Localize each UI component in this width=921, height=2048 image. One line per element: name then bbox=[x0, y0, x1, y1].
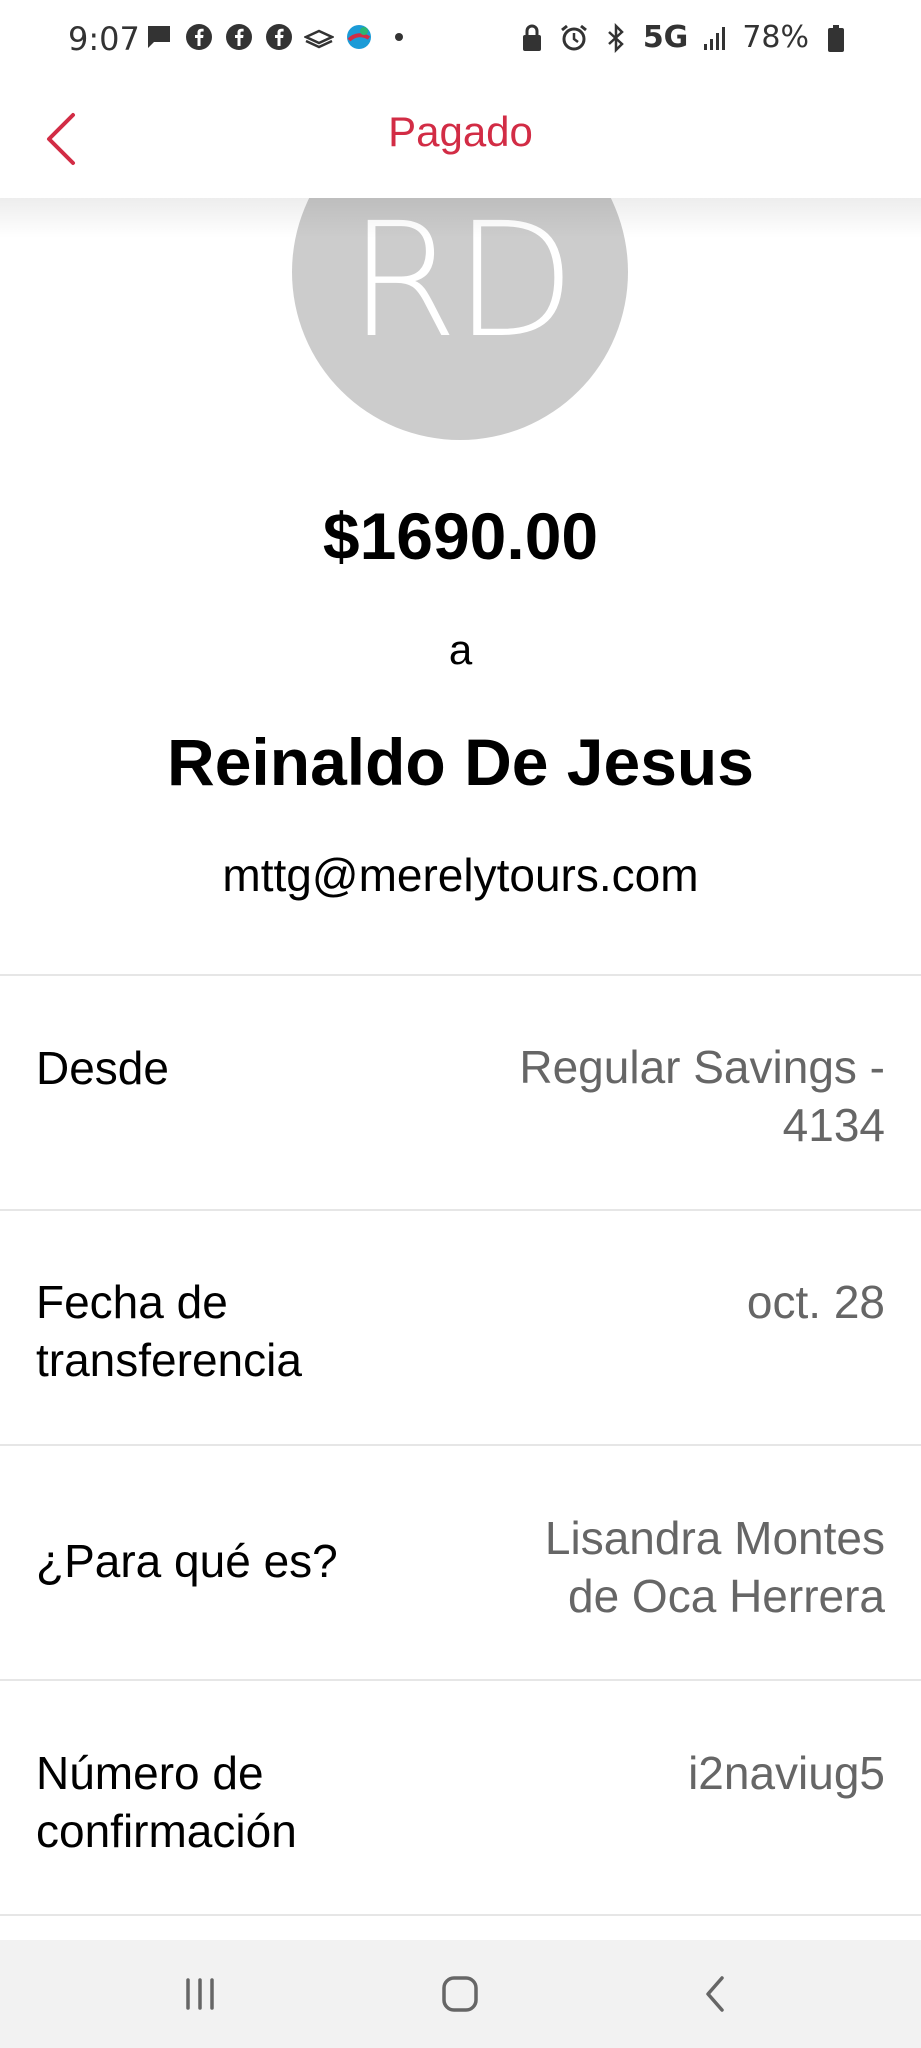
facebook-icon bbox=[224, 22, 254, 52]
battery-level: 78% bbox=[742, 20, 809, 55]
recent-apps-button[interactable] bbox=[160, 1964, 240, 2024]
detail-row-desde: Desde Regular Savings - 4134 bbox=[0, 976, 921, 1209]
status-time: 9:07 bbox=[68, 20, 140, 58]
detail-value: Lisandra Montes de Oca Herrera bbox=[544, 1512, 885, 1622]
recipient-email: mttg@merelytours.com bbox=[222, 849, 699, 901]
facebook-icon bbox=[184, 22, 214, 52]
message-icon bbox=[144, 22, 174, 52]
alarm-icon bbox=[559, 23, 589, 53]
app-header: Pagado bbox=[0, 80, 921, 198]
detail-value: Regular Savings - 4134 bbox=[519, 1041, 885, 1151]
detail-value: i2naviug5 bbox=[688, 1747, 885, 1799]
home-icon bbox=[442, 1976, 478, 2012]
back-icon bbox=[706, 1976, 724, 2012]
notification-icons bbox=[144, 22, 414, 52]
app-icon bbox=[344, 22, 374, 52]
detail-row-para-que: ¿Para qué es? Lisandra Montes de Oca Her… bbox=[0, 1446, 921, 1679]
recipient-name: Reinaldo De Jesus bbox=[167, 725, 754, 799]
divider bbox=[0, 1914, 921, 1916]
page-title: Pagado bbox=[388, 108, 533, 155]
detail-label: Desde bbox=[36, 1042, 169, 1094]
detail-label: Fecha de transferencia bbox=[36, 1276, 302, 1386]
signal-icon bbox=[700, 23, 730, 53]
home-button[interactable] bbox=[420, 1964, 500, 2024]
detail-row-confirmacion: Número de confirmación i2naviug5 bbox=[0, 1681, 921, 1914]
payment-amount: $1690.00 bbox=[322, 499, 599, 573]
lock-icon bbox=[517, 23, 547, 53]
nav-back-button[interactable] bbox=[676, 1964, 756, 2024]
detail-list: Desde Regular Savings - 4134 Fecha de tr… bbox=[0, 974, 921, 1916]
recent-apps-icon bbox=[186, 1978, 214, 2010]
detail-value: oct. 28 bbox=[746, 1276, 885, 1328]
detail-label: Número de confirmación bbox=[36, 1747, 297, 1857]
detail-label: ¿Para qué es? bbox=[36, 1535, 338, 1587]
dot-icon bbox=[384, 22, 414, 52]
battery-icon bbox=[821, 23, 851, 53]
status-bar: 9:07 5G 78% bbox=[0, 0, 921, 80]
connector-text: a bbox=[448, 626, 473, 673]
detail-row-fecha: Fecha de transferencia oct. 28 bbox=[0, 1211, 921, 1444]
bluetooth-icon bbox=[601, 22, 631, 53]
facebook-icon bbox=[264, 22, 294, 52]
cast-icon bbox=[304, 22, 334, 52]
network-label: 5G bbox=[642, 20, 689, 55]
system-icons: 5G 78% bbox=[517, 20, 851, 55]
header-shadow bbox=[0, 198, 921, 238]
system-nav-bar bbox=[0, 1940, 921, 2048]
